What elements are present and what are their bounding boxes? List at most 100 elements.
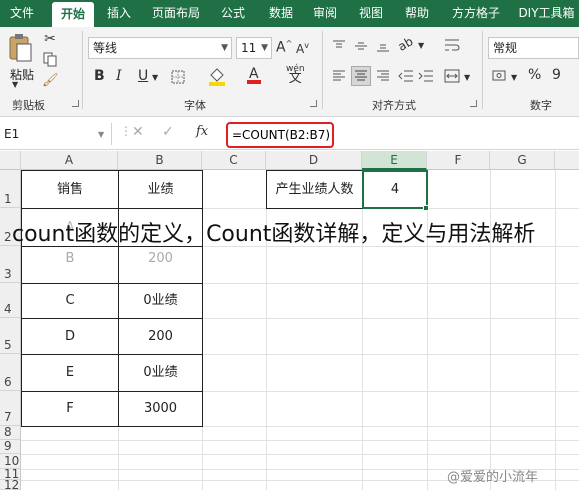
row-header-7[interactable]: 7 (0, 391, 21, 426)
decrease-font-icon[interactable]: Av (296, 41, 309, 56)
tab-page-layout[interactable]: 页面布局 (146, 0, 206, 27)
name-box[interactable]: E1 (0, 123, 112, 145)
row-header-8[interactable]: 8 (0, 425, 21, 440)
cell-d1[interactable]: 产生业绩人数 (266, 170, 363, 209)
chevron-down-icon[interactable]: ▼ (98, 130, 104, 139)
row-header-12[interactable]: 12 (0, 478, 21, 492)
formula-input[interactable]: =COUNT(B2:B7) (226, 122, 334, 148)
group-divider (82, 31, 83, 109)
column-header-c[interactable]: C (202, 151, 266, 170)
increase-font-icon[interactable]: A^ (276, 39, 292, 56)
align-middle-icon[interactable] (354, 39, 368, 53)
column-header-d[interactable]: D (266, 151, 362, 170)
row-header-1[interactable]: 1 (0, 170, 21, 208)
underline-button[interactable]: U (138, 68, 148, 84)
tab-file[interactable]: 文件 (0, 0, 44, 27)
column-header-g[interactable]: G (490, 151, 555, 170)
cut-icon[interactable]: ✂ (42, 31, 58, 47)
format-painter-icon[interactable]: 🖌 (42, 73, 59, 88)
increase-indent-icon[interactable] (418, 69, 434, 83)
merge-center-icon[interactable] (444, 69, 460, 83)
tab-data[interactable]: 数据 (262, 0, 300, 27)
tab-help[interactable]: 帮助 (398, 0, 436, 27)
chevron-down-icon[interactable]: ▼ (464, 73, 470, 82)
cell-a1[interactable]: 销售 (21, 170, 119, 209)
cell-b6[interactable]: 0业绩 (118, 354, 203, 392)
select-all-corner[interactable] (0, 151, 21, 170)
align-left-icon[interactable] (332, 69, 346, 83)
fill-color-icon[interactable] (208, 67, 226, 87)
tab-formulas[interactable]: 公式 (214, 0, 252, 27)
cell-b5[interactable]: 200 (118, 318, 203, 355)
row-number: 8 (4, 425, 12, 439)
row-header-5[interactable]: 5 (0, 318, 21, 354)
chevron-down-icon[interactable]: ▼ (418, 41, 424, 50)
bold-button[interactable]: B (94, 68, 105, 84)
ribbon: 粘贴 ▼ ✂ 🖌 剪贴板 等线 ▼ 11 ▼ A^ Av B I U ▼ A w… (0, 27, 579, 117)
percent-style-button[interactable]: % (528, 67, 541, 83)
gridline (21, 440, 579, 441)
cell-a5[interactable]: D (21, 318, 119, 355)
ribbon-tab-bar: 文件 开始 插入 页面布局 公式 数据 审阅 视图 帮助 方方格子 DIY工具箱 (0, 0, 579, 27)
row-header-4[interactable]: 4 (0, 283, 21, 318)
number-group-label: 数字 (530, 99, 552, 112)
borders-icon[interactable] (170, 69, 186, 85)
paste-icon[interactable] (6, 33, 34, 63)
align-right-icon[interactable] (376, 69, 390, 83)
paste-dropdown-icon[interactable]: ▼ (12, 80, 18, 89)
insert-function-button[interactable]: fx (196, 124, 208, 139)
clipboard-launcher-icon[interactable] (72, 100, 79, 107)
enter-icon[interactable]: ✓ (162, 124, 174, 140)
accounting-format-icon[interactable] (492, 69, 510, 83)
cancel-icon[interactable]: ✕ (132, 124, 144, 140)
fill-handle[interactable] (423, 205, 429, 211)
wrap-text-icon[interactable] (444, 37, 460, 53)
tab-review[interactable]: 审阅 (306, 0, 344, 27)
row-number: 10 (4, 454, 20, 468)
cell-a6[interactable]: E (21, 354, 119, 392)
row-header-9[interactable]: 9 (0, 439, 21, 454)
font-launcher-icon[interactable] (310, 100, 317, 107)
cell-e1[interactable]: 4 (362, 170, 428, 209)
copy-icon[interactable] (42, 51, 58, 67)
column-header-f[interactable]: F (427, 151, 490, 170)
cell-b1[interactable]: 业绩 (118, 170, 203, 209)
row-number: 7 (4, 410, 12, 424)
row-number: 9 (4, 439, 12, 453)
tab-home[interactable]: 开始 (52, 2, 94, 27)
column-header-b[interactable]: B (118, 151, 202, 170)
orientation-icon[interactable]: ab (396, 34, 416, 54)
align-center-button[interactable] (351, 66, 371, 86)
font-color-icon[interactable]: A (246, 65, 262, 85)
column-header-e[interactable]: E (362, 151, 427, 170)
group-divider (322, 31, 323, 109)
decrease-indent-icon[interactable] (398, 69, 414, 83)
cell-b4[interactable]: 0业绩 (118, 283, 203, 319)
tab-diy-toolbox[interactable]: DIY工具箱 (514, 0, 579, 27)
tab-fangfang[interactable]: 方方格子 (446, 0, 506, 27)
font-size-dropdown[interactable]: 11 ▼ (236, 37, 272, 59)
italic-button[interactable]: I (116, 68, 122, 84)
number-format-value: 常规 (493, 41, 518, 55)
tab-insert[interactable]: 插入 (100, 0, 138, 27)
cell-a7[interactable]: F (21, 391, 119, 427)
chevron-down-icon: ▼ (221, 43, 228, 53)
column-header-a[interactable]: A (21, 151, 118, 170)
font-name-dropdown[interactable]: 等线 ▼ (88, 37, 232, 59)
cell-a4[interactable]: C (21, 283, 119, 319)
clipboard-group-label: 剪贴板 (12, 99, 45, 112)
chevron-down-icon[interactable]: ▼ (152, 73, 158, 82)
cell-b7[interactable]: 3000 (118, 391, 203, 427)
formula-bar: E1 ▼ ⋮ ✕ ✓ fx =COUNT(B2:B7) (0, 118, 579, 150)
number-format-dropdown[interactable]: 常规 (488, 37, 579, 59)
chevron-down-icon[interactable]: ▼ (511, 73, 517, 82)
align-bottom-icon[interactable] (376, 39, 390, 53)
alignment-launcher-icon[interactable] (470, 100, 477, 107)
column-header-next[interactable] (555, 151, 579, 170)
row-header-6[interactable]: 6 (0, 354, 21, 391)
phonetic-icon[interactable]: wén 文 (286, 65, 305, 86)
svg-text:A: A (249, 66, 259, 82)
tab-view[interactable]: 视图 (352, 0, 390, 27)
align-top-icon[interactable] (332, 39, 346, 53)
comma-style-button[interactable]: 9 (552, 67, 561, 83)
